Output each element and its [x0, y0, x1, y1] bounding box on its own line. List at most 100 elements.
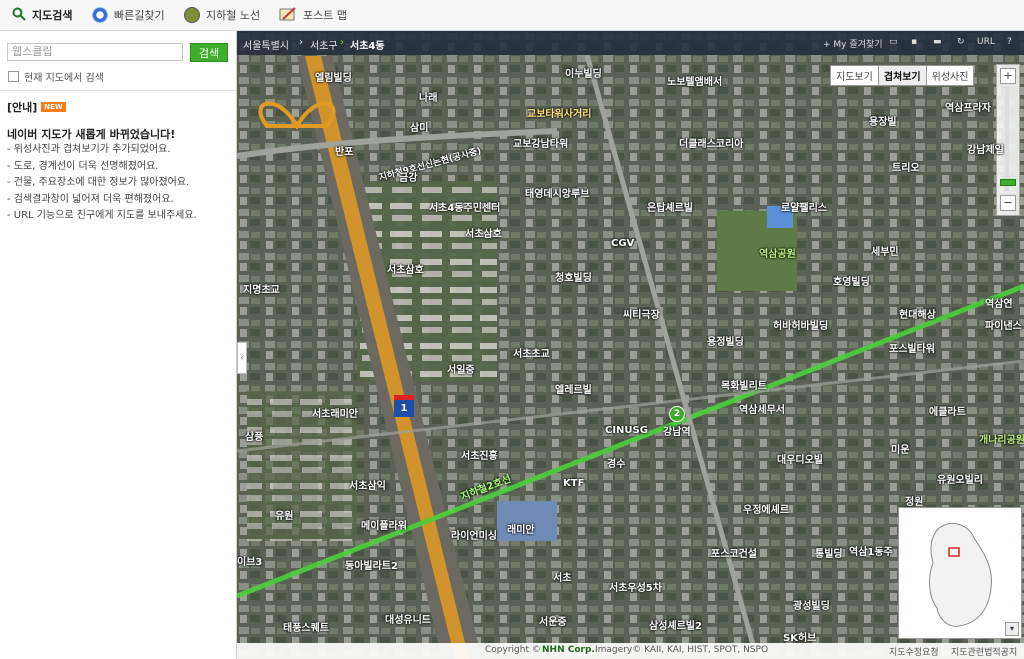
map-label[interactable]: 광성빌딩 [793, 597, 830, 612]
map-correction-link[interactable]: 지도수정요청 [889, 645, 939, 658]
map-label[interactable]: 래미안 [507, 521, 535, 536]
map-label[interactable]: CGV [611, 238, 634, 249]
zoom-in-button[interactable]: + [1000, 68, 1016, 84]
tab-subway[interactable]: 지하철 노선 [184, 5, 260, 25]
tab-map-view[interactable]: 지도보기 [830, 65, 879, 86]
map-label[interactable]: 로얄팰리스 [781, 199, 827, 214]
map-label[interactable]: 메이플라워 [361, 517, 407, 532]
ruler-icon[interactable]: ▬ [933, 37, 942, 47]
map-label[interactable]: 역삼공원 [759, 245, 796, 260]
url-button[interactable]: URL [977, 37, 995, 47]
map-label[interactable]: CINUSG [605, 425, 648, 436]
map-label[interactable]: 허바허바빌딩 [773, 317, 828, 332]
map-label[interactable]: 교보타워사거리 [527, 105, 591, 120]
map-label[interactable]: 용정빌딩 [707, 333, 744, 348]
map-label[interactable]: 파이낸스 [985, 317, 1022, 332]
map-label[interactable]: 삼풍 [245, 428, 263, 443]
map-label[interactable]: 역삼프라자 [945, 99, 991, 114]
satellite-map[interactable]: 서울특별시 › 서초구 › 서초4동 + My 즐겨찾기 ▭ ▪ ▬ ↻ URL… [237, 31, 1024, 659]
breadcrumb-district[interactable]: 서초구 [310, 37, 338, 52]
breadcrumb-dong[interactable]: 서초4동 [350, 37, 385, 52]
map-label[interactable]: 포스빌타워 [889, 340, 935, 355]
map-label[interactable]: SK허브 [783, 629, 816, 644]
map-label[interactable]: 목화빌리트 [721, 377, 767, 392]
collapse-panel-button[interactable]: ‹ [237, 342, 247, 374]
map-label[interactable]: 금강 [399, 169, 417, 184]
map-label[interactable]: 역삼1동주 [849, 543, 893, 558]
map-label[interactable]: 더클래스코리아 [679, 135, 743, 150]
map-label[interactable]: 서일중 [447, 361, 475, 376]
map-label[interactable]: 역삼세무서 [739, 401, 785, 416]
zoom-control[interactable]: + − [996, 64, 1020, 216]
map-label[interactable]: 개나리공원 [979, 431, 1024, 446]
overview-minimap[interactable]: ▾ [898, 507, 1022, 639]
map-label[interactable]: 은탑셰르빌 [647, 199, 693, 214]
map-label[interactable]: 노보텔앰배서 [667, 73, 722, 88]
checkbox-box[interactable] [8, 71, 19, 82]
map-label[interactable]: 세부민 [871, 243, 899, 258]
map-label[interactable]: 서초삼익 [349, 477, 386, 492]
map-label[interactable]: 엘레르빌 [555, 381, 592, 396]
tab-fast-route[interactable]: 빠른길찾기 [92, 5, 165, 25]
search-button[interactable]: 검색 [190, 43, 228, 62]
map-label[interactable]: 정원 [905, 493, 923, 508]
map-label[interactable]: 청호빌딩 [555, 269, 592, 284]
map-label[interactable]: 서초초교 [513, 345, 550, 360]
print-icon[interactable]: ▭ [889, 37, 898, 47]
map-label[interactable]: 서초4동주민센터 [429, 199, 500, 214]
map-label[interactable]: 우정에셰르 [743, 501, 789, 516]
map-label[interactable]: 이누빌딩 [565, 65, 602, 80]
tab-overlay-view[interactable]: 겹쳐보기 [877, 65, 927, 86]
map-label[interactable]: 호영빌딩 [833, 273, 870, 288]
legal-notice-link[interactable]: 지도관련법적공지 [951, 645, 1017, 658]
tab-satellite-view[interactable]: 위성사진 [925, 65, 975, 86]
map-label[interactable]: 지명초교 [243, 281, 280, 296]
search-in-map-checkbox[interactable]: 현재 지도에서 검색 [8, 69, 104, 84]
map-label[interactable]: 용장빌 [869, 113, 897, 128]
map-label[interactable]: 삼성셰르빌2 [649, 617, 702, 632]
map-label[interactable]: 트리오 [892, 159, 920, 174]
map-label[interactable]: 미운 [891, 441, 909, 456]
map-label[interactable]: 역삼연 [985, 295, 1013, 310]
map-label[interactable]: 나래 [419, 89, 437, 104]
map-label[interactable]: 강남제일 [967, 141, 1004, 156]
map-label[interactable]: 서초삼호 [387, 261, 424, 276]
map-label[interactable]: 교보강남타워 [513, 135, 568, 150]
tab-map-search[interactable]: 지도검색 [12, 5, 72, 25]
zoom-handle[interactable] [1000, 179, 1016, 186]
minimap-toggle-button[interactable]: ▾ [1005, 622, 1019, 636]
map-label[interactable]: 강남역 [663, 423, 691, 438]
map-label[interactable]: 이브3 [237, 553, 262, 568]
map-label[interactable]: 태풍스퀘트 [283, 619, 329, 634]
map-label[interactable]: 유원 [275, 507, 293, 522]
map-label[interactable]: 서초 [553, 569, 571, 584]
map-label[interactable]: 대성유니드 [385, 611, 431, 626]
map-label[interactable]: 서초래미안 [312, 405, 358, 420]
save-icon[interactable]: ▪ [911, 37, 917, 47]
map-label[interactable]: 서초삼호 [465, 225, 502, 240]
map-label[interactable]: 라이언미싱 [451, 527, 497, 542]
map-label[interactable]: 포스코건설 [711, 545, 757, 560]
map-label[interactable]: 동아빌라트2 [345, 557, 398, 572]
zoom-out-button[interactable]: − [1000, 195, 1016, 211]
zoom-track[interactable] [1005, 87, 1009, 191]
map-label[interactable]: 서초진흥 [461, 447, 498, 462]
map-label[interactable]: 서초우성5차 [609, 579, 662, 594]
map-label[interactable]: 반포 [335, 143, 353, 158]
map-label[interactable]: 유원오빌리 [937, 471, 983, 486]
map-label[interactable]: 서운중 [539, 613, 567, 628]
map-label[interactable]: 삼미 [410, 119, 428, 134]
my-favorites-link[interactable]: + My 즐겨찾기 [823, 37, 882, 50]
map-label[interactable]: 통빌딩 [815, 545, 843, 560]
map-label[interactable]: 태영데시앙루브 [525, 185, 589, 200]
map-label[interactable]: 현대해상 [899, 306, 936, 321]
map-label[interactable]: 대우디오빌 [777, 451, 823, 466]
map-label[interactable]: 에클라트 [929, 403, 966, 418]
search-input[interactable]: 웹스클립 [7, 43, 183, 61]
map-label[interactable]: KTF [563, 478, 584, 489]
help-icon[interactable]: ? [1007, 37, 1012, 47]
breadcrumb-city[interactable]: 서울특별시 [243, 37, 289, 52]
map-label[interactable]: 씨티극장 [623, 306, 660, 321]
map-label[interactable]: 엘림빌딩 [315, 69, 352, 84]
tab-post-map[interactable]: 포스트 맵 [279, 5, 347, 25]
